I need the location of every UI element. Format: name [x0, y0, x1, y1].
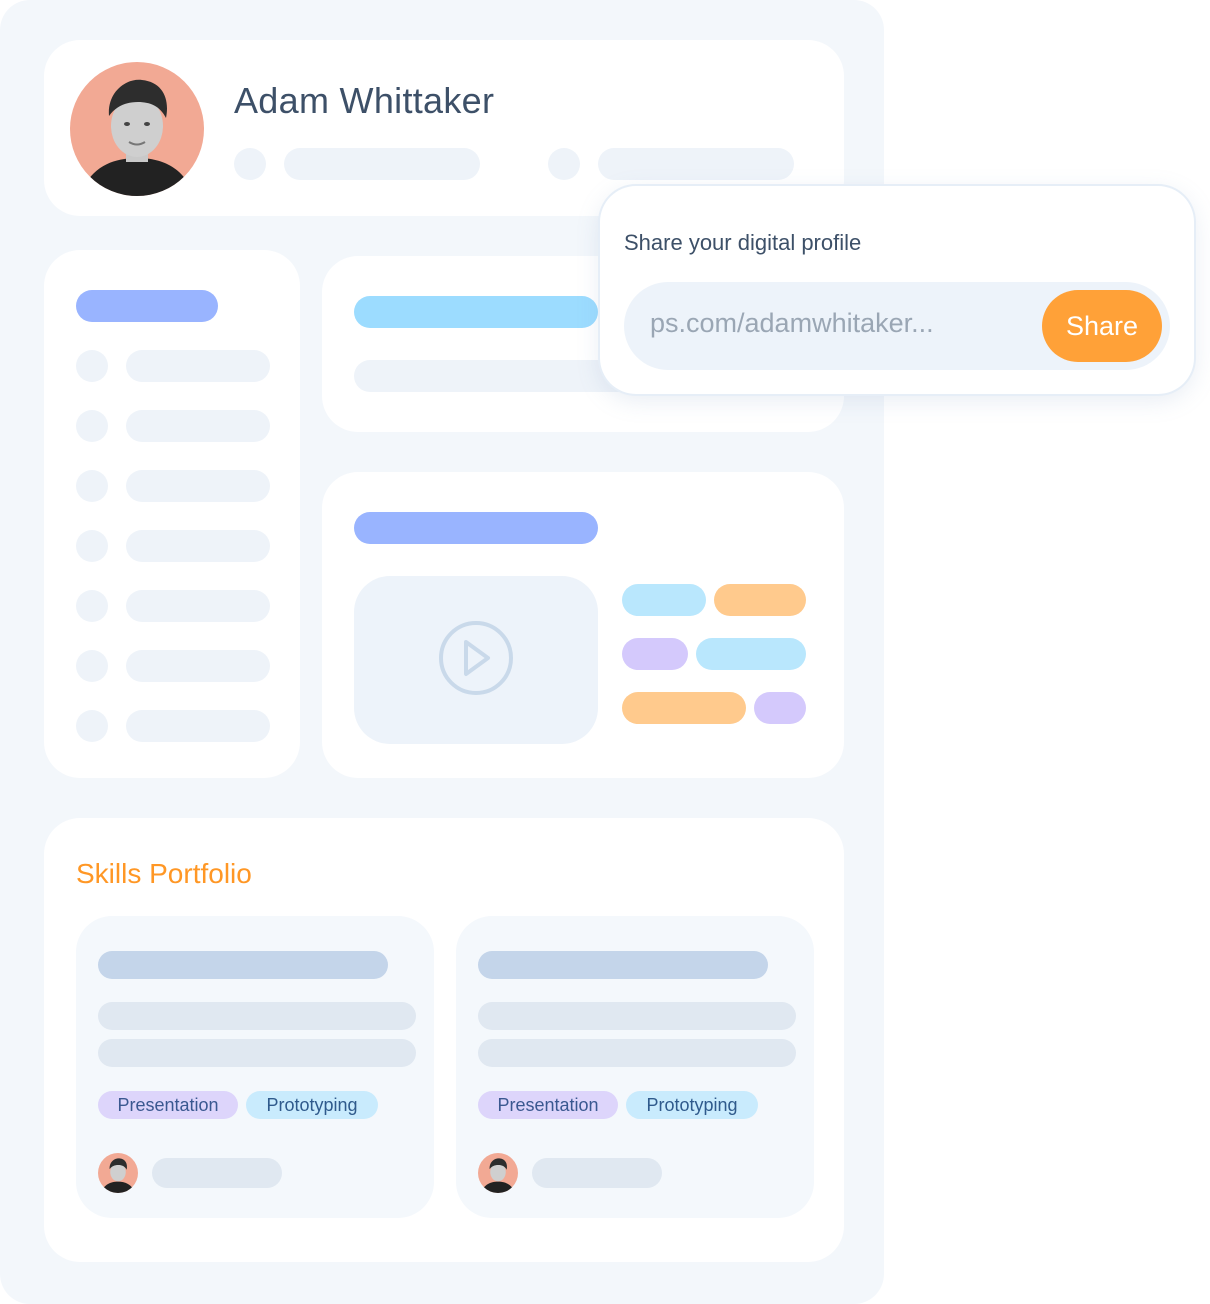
sidebar-item-placeholder: [126, 530, 270, 562]
interest-chip: [622, 638, 688, 670]
author-avatar: [478, 1153, 518, 1193]
skill-tag-prototyping: Prototyping: [626, 1091, 758, 1119]
profile-photo: [80, 79, 194, 196]
skill-title-placeholder: [478, 951, 768, 979]
share-profile-popover: Share your digital profile ps.com/adamwh…: [600, 186, 1194, 394]
profile-url-text[interactable]: ps.com/adamwhitaker...: [650, 308, 934, 339]
author-avatar: [98, 1153, 138, 1193]
profile-avatar: [70, 62, 204, 196]
placeholder-icon: [234, 148, 266, 180]
sidebar-item-icon-placeholder: [76, 530, 108, 562]
sidebar-item-placeholder: [126, 710, 270, 742]
interest-chip: [714, 584, 806, 616]
sidebar-heading-placeholder: [76, 290, 218, 322]
sidebar-item-icon-placeholder: [76, 410, 108, 442]
skill-card[interactable]: Presentation Prototyping: [456, 916, 814, 1218]
skill-tag-presentation: Presentation: [98, 1091, 238, 1119]
sidebar-item-icon-placeholder: [76, 350, 108, 382]
interest-chip: [696, 638, 806, 670]
skills-portfolio-title: Skills Portfolio: [76, 858, 252, 889]
skill-tag-prototyping: Prototyping: [246, 1091, 378, 1119]
profile-photo: [480, 1158, 516, 1193]
author-name-placeholder: [532, 1158, 662, 1188]
sidebar-item-placeholder: [126, 470, 270, 502]
play-icon[interactable]: [354, 576, 598, 744]
author-name-placeholder: [152, 1158, 282, 1188]
placeholder-icon: [548, 148, 580, 180]
skill-line-placeholder: [98, 1039, 416, 1067]
sidebar-item-icon-placeholder: [76, 470, 108, 502]
interest-chip: [622, 692, 746, 724]
interest-chip: [622, 584, 706, 616]
sidebar-item-placeholder: [126, 410, 270, 442]
media-heading-placeholder: [354, 512, 598, 544]
interest-chip: [754, 692, 806, 724]
skill-line-placeholder: [478, 1002, 796, 1030]
video-thumbnail[interactable]: [354, 576, 598, 744]
sidebar-item-placeholder: [126, 350, 270, 382]
sidebar-item-icon-placeholder: [76, 590, 108, 622]
profile-photo: [100, 1158, 136, 1193]
skill-line-placeholder: [98, 1002, 416, 1030]
share-popover-title: Share your digital profile: [624, 230, 862, 255]
sidebar-item-placeholder: [126, 590, 270, 622]
skill-line-placeholder: [478, 1039, 796, 1067]
share-button[interactable]: Share: [1042, 290, 1162, 362]
profile-url-field[interactable]: ps.com/adamwhitaker... Share: [624, 282, 1170, 370]
skill-title-placeholder: [98, 951, 388, 979]
placeholder-line: [598, 148, 794, 180]
sidebar-card: [44, 250, 300, 778]
summary-heading-placeholder: [354, 296, 598, 328]
sidebar-item-placeholder: [126, 650, 270, 682]
placeholder-line: [284, 148, 480, 180]
profile-name: Adam Whittaker: [234, 80, 495, 121]
skill-card[interactable]: Presentation Prototyping: [76, 916, 434, 1218]
sidebar-item-icon-placeholder: [76, 650, 108, 682]
skill-tag-presentation: Presentation: [478, 1091, 618, 1119]
sidebar-item-icon-placeholder: [76, 710, 108, 742]
